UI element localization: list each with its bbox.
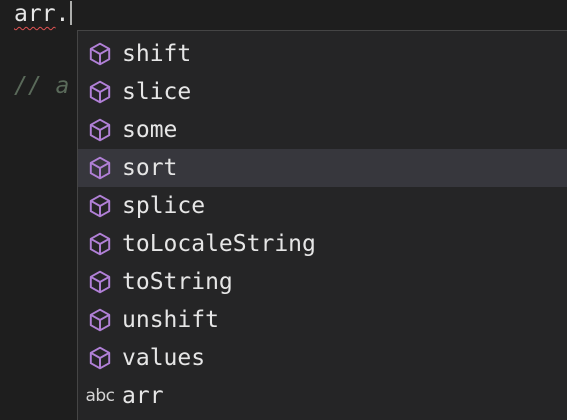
suggestion-label: arr xyxy=(122,383,164,409)
method-cube-icon xyxy=(78,149,122,187)
suggestion-label: toLocaleString xyxy=(122,231,316,257)
suggestion-label: toString xyxy=(122,269,233,295)
method-cube-icon xyxy=(78,225,122,263)
abc-kind-text: abc xyxy=(85,386,115,406)
suggestion-item-tostring[interactable]: toString xyxy=(78,263,567,301)
autocomplete-suggestion-widget[interactable]: shift slice some sort splice toLocaleStr… xyxy=(77,30,567,420)
suggestion-item-splice[interactable]: splice xyxy=(78,187,567,225)
suggestion-item-arr[interactable]: abc arr xyxy=(78,377,567,415)
suggestion-item-tolocalestring[interactable]: toLocaleString xyxy=(78,225,567,263)
code-dot: . xyxy=(55,1,70,27)
suggestion-label: sort xyxy=(122,155,178,181)
text-abc-icon: abc xyxy=(78,377,122,415)
suggestion-label: splice xyxy=(122,193,206,219)
suggestion-item-unshift[interactable]: unshift xyxy=(78,301,567,339)
code-line-1[interactable]: arr. xyxy=(14,0,73,29)
method-cube-icon xyxy=(78,111,122,149)
method-cube-icon xyxy=(78,339,122,377)
method-cube-icon xyxy=(78,73,122,111)
suggestion-item-values[interactable]: values xyxy=(78,339,567,377)
code-identifier-error: arr xyxy=(14,1,56,27)
method-cube-icon xyxy=(78,35,122,73)
suggestion-item-sort[interactable]: sort xyxy=(78,149,567,187)
suggestion-item-slice[interactable]: slice xyxy=(78,73,567,111)
method-cube-icon xyxy=(78,187,122,225)
suggestion-item-some[interactable]: some xyxy=(78,111,567,149)
current-line xyxy=(0,0,567,30)
suggestion-label: values xyxy=(122,345,206,371)
suggestion-label: slice xyxy=(122,79,192,105)
suggestion-label: unshift xyxy=(122,307,219,333)
text-cursor xyxy=(70,1,73,25)
method-cube-icon xyxy=(78,263,122,301)
suggestion-label: shift xyxy=(122,41,192,67)
code-comment-partial: // a xyxy=(14,73,70,99)
method-cube-icon xyxy=(78,301,122,339)
suggestion-label: some xyxy=(122,117,178,143)
suggestion-item-shift[interactable]: shift xyxy=(78,35,567,73)
